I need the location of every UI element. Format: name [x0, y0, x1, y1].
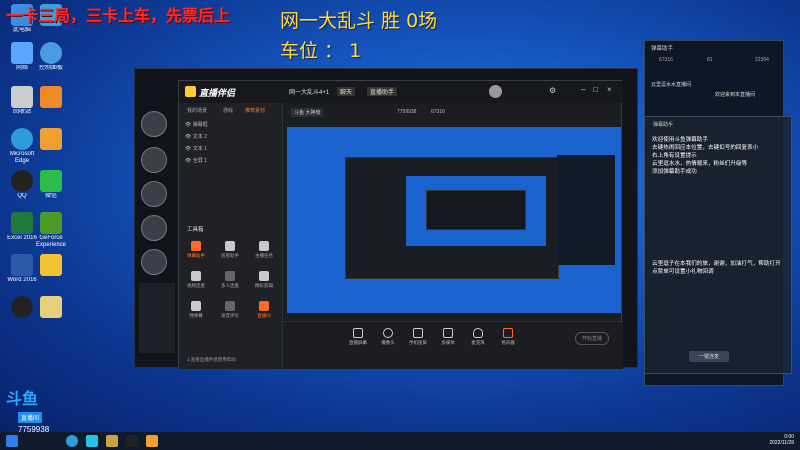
system-clock[interactable]: 0:00 2022/11/28 — [769, 434, 794, 446]
room-badge: 斗鱼 直播间 7759938 — [0, 385, 64, 432]
nested-preview-screen — [406, 176, 546, 246]
champion-portrait — [141, 181, 167, 207]
bottom-control-bar: 直播屏幕 摄像头 手机投屏 多媒体 麦克风 扬声器 开始直播 — [283, 321, 623, 369]
settings-gear-icon[interactable]: ⚙ — [549, 86, 556, 95]
clock-date: 2022/11/28 — [769, 440, 794, 446]
app-brand: 直播伴侣 — [199, 88, 236, 98]
tool-danmu[interactable]: 弹弹幕 — [185, 301, 207, 319]
champion-portrait — [141, 147, 167, 173]
title-tab-room[interactable]: 网一大乱斗4+1 — [289, 87, 329, 96]
desktop-icon-control-panel[interactable]: 控制面板 — [32, 42, 70, 79]
helper-line-1: 云里逗水水直播间 — [651, 82, 692, 88]
douyu-logo-icon: 斗鱼 — [6, 391, 39, 408]
tool-highlight-clip[interactable]: 精彩剪辑 — [253, 271, 275, 289]
helper-line-2: 欢迎来到本直播间 — [715, 92, 756, 98]
scene-item[interactable]: 👁 文本 1 — [185, 145, 207, 153]
scene-item[interactable]: 👁 文本 2 — [185, 133, 207, 141]
desktop-icon-app-orange[interactable] — [32, 86, 70, 123]
close-icon[interactable]: × — [607, 85, 612, 94]
taskbar-game-icon[interactable] — [106, 435, 118, 447]
screen-capture-button[interactable]: 直播屏幕 — [345, 328, 371, 346]
toolbox-title: 工具箱 — [187, 227, 204, 233]
chat-overlay: 欢迎使用斗鱼弹幕助手 去键热闹回应本位置，去键扣号的回复表小 右上角有设置提示 … — [652, 136, 800, 276]
chat-line: 云里逗水水，热情顺来，粉丝们升级等 — [652, 161, 748, 167]
scene-item[interactable]: 👁 弹幕框 — [185, 121, 208, 129]
taskbar-streaming-icon[interactable] — [126, 435, 138, 447]
room-id: 7759938 — [397, 109, 417, 115]
tool-voice-comment[interactable]: 语音评论 — [219, 301, 241, 319]
nested-helper-preview — [557, 155, 615, 265]
eye-icon[interactable]: 👁 — [185, 146, 193, 152]
chat-line: 点赞单可设置小礼物回调 — [652, 269, 714, 275]
streaming-app-window: 直播伴侣 网一大乱斗4+1 聊天 直播助手 ⚙ – □ × 我的场景 游戏 推荐… — [178, 80, 623, 369]
taskbar-app-icon-2[interactable] — [146, 435, 158, 447]
taskbar-edge-icon[interactable] — [66, 435, 78, 447]
eye-icon[interactable]: 👁 — [185, 134, 193, 140]
fans-count: 67316 — [431, 109, 445, 115]
chat-line: 云里逗子在本我们的旅，谢谢，加油打气，帮助打开 — [652, 261, 781, 267]
champion-portrait — [141, 249, 167, 275]
champion-portrait — [141, 215, 167, 241]
desktop-icon-app-yellow-2[interactable] — [32, 254, 70, 291]
start-windows-icon[interactable] — [6, 435, 18, 447]
room-badge-label: 直播间 — [18, 412, 43, 423]
minimize-icon[interactable]: – — [581, 85, 585, 94]
tool-live-room[interactable]: 直播间 — [253, 301, 275, 319]
overlay-stats: 网一大乱斗 胜 0场 — [280, 10, 438, 32]
help-footer[interactable]: 1.查看直播伴侣使用帮助 — [187, 357, 236, 363]
maximize-icon[interactable]: □ — [593, 85, 598, 94]
title-tab-helper[interactable]: 直播助手 — [367, 87, 398, 96]
overlay-seat: 车位 ： 1 — [280, 40, 362, 62]
phone-cast-button[interactable]: 手机投屏 — [405, 328, 431, 346]
eye-icon[interactable]: 👁 — [185, 122, 193, 128]
helper-title: 弹幕助手 — [651, 46, 674, 52]
nested-app-preview — [345, 157, 559, 279]
desktop-icon-wechat[interactable]: 微信 — [32, 170, 70, 207]
tab-games[interactable]: 游戏 — [223, 107, 233, 114]
avatar[interactable] — [489, 85, 502, 98]
speaker-button[interactable]: 扬声器 — [495, 328, 521, 346]
app-title-bar: 直播伴侣 网一大乱斗4+1 聊天 直播助手 ⚙ – □ × — [179, 81, 623, 103]
chat-line: 右上角有设置提示 — [652, 153, 697, 159]
tool-streamer-tasks[interactable]: 主播任务 — [253, 241, 275, 259]
camera-button[interactable]: 摄像头 — [375, 328, 401, 346]
multimedia-button[interactable]: 多媒体 — [435, 328, 461, 346]
subpanel-title: 弹幕助手 — [653, 122, 674, 128]
desktop: 此电脑 网络 控制面板 回收站 Microsoft Edge QQ 微信 Exc… — [0, 0, 800, 432]
helper-stat-2: 81 — [707, 57, 713, 63]
chat-line: 添加弹幕助手成功 — [652, 169, 697, 175]
one-click-link-button[interactable]: 一键连麦 — [689, 351, 730, 362]
helper-stat-3: 22364 — [755, 57, 769, 63]
desktop-icon-geforce[interactable]: GeForce Experience — [32, 212, 70, 249]
title-tab-chat[interactable]: 聊天 — [337, 87, 356, 96]
eye-icon[interactable]: 👁 — [185, 158, 193, 164]
champion-portrait — [141, 111, 167, 137]
tool-multi-link[interactable]: 多人连麦 — [219, 271, 241, 289]
room-badge-id: 7759938 — [18, 425, 50, 432]
chat-line: 欢迎使用斗鱼弹幕助手 — [652, 137, 708, 143]
tab-recommended[interactable]: 推荐素材 — [245, 107, 265, 114]
overlay-red-banner: 一卡三局，三卡上车，先票后上 — [6, 6, 231, 25]
start-live-button[interactable]: 开始直播 — [575, 332, 610, 345]
taskbar: 0:00 2022/11/28 — [0, 432, 800, 450]
chat-line: 去键热闹回应本位置，去键扣号的回复表小 — [652, 145, 759, 151]
helper-stat-1: 67316 — [659, 57, 673, 63]
tool-room-admin[interactable]: 房管助手 — [219, 241, 241, 259]
room-info: 斗鱼 大神榜 — [291, 108, 324, 117]
taskbar-app-icon[interactable] — [86, 435, 98, 447]
tab-my-scenes[interactable]: 我的场景 — [187, 107, 207, 114]
desktop-icon-app-yellow[interactable] — [32, 128, 70, 165]
tool-video-link[interactable]: 视频连麦 — [185, 271, 207, 289]
app-left-panel: 我的场景 游戏 推荐素材 👁 弹幕框 👁 文本 2 👁 文本 1 👁 全屏 1 … — [179, 103, 283, 369]
desktop-icon-folder[interactable] — [32, 296, 70, 333]
scene-item[interactable]: 👁 全屏 1 — [185, 157, 207, 165]
game-side-panel — [139, 283, 175, 353]
app-logo-icon — [185, 86, 196, 97]
microphone-button[interactable]: 麦克风 — [465, 328, 491, 346]
live-preview — [287, 127, 621, 313]
tool-danmu-helper[interactable]: 弹幕助手 — [185, 241, 207, 259]
